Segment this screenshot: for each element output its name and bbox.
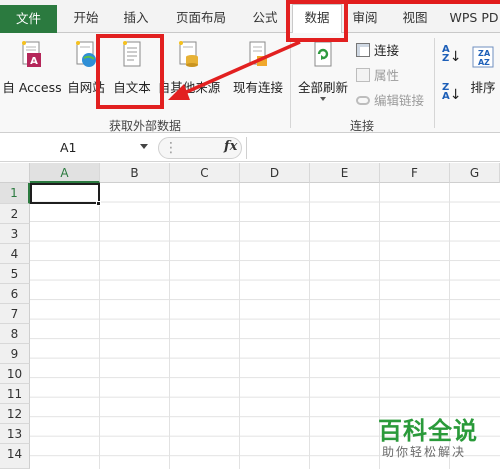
column-header[interactable]: D	[240, 163, 310, 183]
svg-text:A: A	[484, 49, 491, 58]
existing-connections-label: 现有连接	[232, 80, 283, 95]
refresh-all-label: 全部刷新	[297, 80, 348, 95]
tab-wps-pdf[interactable]: WPS PD	[444, 7, 500, 29]
edit-links-button[interactable]: 编辑链接	[356, 90, 424, 109]
sort-za-icon: ZA	[442, 82, 450, 102]
connections-group-label: 连接	[349, 119, 374, 133]
access-database-icon: A	[22, 41, 41, 67]
active-cell[interactable]	[30, 183, 100, 204]
from-other-sources-label: 自其他来源	[157, 80, 221, 95]
sort-dialog-icon: Z A A Z	[472, 46, 494, 68]
column-header[interactable]: B	[100, 163, 170, 183]
edit-links-label: 编辑链接	[374, 93, 425, 108]
drag-handle-icon[interactable]: ⋮	[164, 140, 178, 156]
tab-review[interactable]: 审阅	[344, 7, 386, 29]
refresh-all-button[interactable]: 全部刷新	[292, 33, 354, 113]
refresh-dropdown-caret[interactable]	[320, 97, 326, 101]
watermark: 百科全说 助你轻松解决	[368, 405, 498, 465]
other-sources-icon	[179, 41, 198, 67]
from-other-sources-button[interactable]: 自其他来源	[156, 33, 222, 113]
watermark-subtitle: 助你轻松解决	[382, 445, 467, 459]
refresh-icon	[314, 41, 332, 67]
highlight-from-text	[96, 34, 164, 109]
row-header[interactable]: 9	[0, 344, 30, 364]
connections-icon	[356, 43, 370, 57]
sort-label: 排序	[470, 80, 496, 95]
watermark-logo: 百科全说	[378, 417, 478, 445]
row-header[interactable]: 14	[0, 444, 30, 469]
properties-icon	[356, 68, 370, 82]
connections-button[interactable]: 连接	[356, 40, 399, 59]
link-chain-icon	[356, 96, 370, 105]
row-header[interactable]: 4	[0, 244, 30, 264]
properties-button[interactable]: 属性	[356, 65, 399, 84]
tab-file[interactable]: 文件	[0, 5, 57, 33]
group-separator	[434, 38, 435, 128]
existing-connections-button[interactable]: 现有连接	[226, 33, 290, 113]
formula-input[interactable]	[246, 137, 498, 159]
row-header[interactable]: 8	[0, 324, 30, 344]
down-arrow-icon: ↓	[449, 87, 462, 103]
row-header[interactable]: 2	[0, 204, 30, 224]
column-header[interactable]: G	[450, 163, 500, 183]
row-header[interactable]: 13	[0, 424, 30, 444]
sort-az-icon: AZ	[442, 44, 450, 64]
row-header[interactable]: 7	[0, 304, 30, 324]
svg-text:A: A	[30, 56, 38, 67]
column-header[interactable]: A	[30, 163, 100, 183]
chevron-down-icon[interactable]	[140, 144, 148, 149]
from-access-label: 自 Access	[2, 80, 62, 95]
highlight-data-tab	[286, 0, 348, 42]
svg-text:Z: Z	[484, 58, 490, 67]
select-all-corner[interactable]	[0, 163, 30, 183]
row-header[interactable]: 1	[0, 183, 30, 204]
column-header[interactable]: E	[310, 163, 380, 183]
get-external-data-group-label: 获取外部数据	[108, 119, 181, 133]
properties-label: 属性	[374, 68, 400, 83]
row-header[interactable]: 10	[0, 364, 30, 384]
row-header[interactable]: 3	[0, 224, 30, 244]
sort-button[interactable]: Z A A Z 排序	[466, 33, 500, 113]
from-access-button[interactable]: A 自 Access	[0, 33, 64, 113]
tab-view[interactable]: 视图	[392, 7, 438, 29]
connections-label: 连接	[374, 43, 400, 58]
column-header[interactable]: C	[170, 163, 240, 183]
tab-page-layout[interactable]: 页面布局	[164, 7, 238, 29]
sort-ascending-button[interactable]: A Z↓	[442, 44, 462, 65]
insert-function-icon[interactable]: fx	[224, 139, 237, 154]
ribbon: A 自 Access 自网站 自文本 自其他来源 现有连接 获取外部数据 全部刷…	[0, 33, 500, 133]
row-header[interactable]: 6	[0, 284, 30, 304]
down-arrow-icon: ↓	[449, 49, 462, 65]
sort-descending-button[interactable]: Z A↓	[442, 82, 462, 103]
row-header[interactable]: 5	[0, 264, 30, 284]
column-header[interactable]: F	[380, 163, 450, 183]
name-box[interactable]: A1	[4, 137, 154, 159]
ribbon-tab-bar: 文件 开始 插入 页面布局 公式 数据 审阅 视图 WPS PD	[0, 0, 500, 34]
formula-bar: A1 ⋮ fx	[0, 134, 500, 162]
tab-insert[interactable]: 插入	[112, 7, 160, 29]
existing-connections-icon	[249, 41, 267, 66]
fill-handle[interactable]	[96, 201, 101, 206]
group-separator	[290, 38, 291, 128]
tab-home[interactable]: 开始	[62, 7, 110, 29]
web-globe-icon	[76, 41, 96, 67]
row-header[interactable]: 12	[0, 404, 30, 424]
row-header[interactable]: 11	[0, 384, 30, 404]
tab-formulas[interactable]: 公式	[242, 7, 288, 29]
